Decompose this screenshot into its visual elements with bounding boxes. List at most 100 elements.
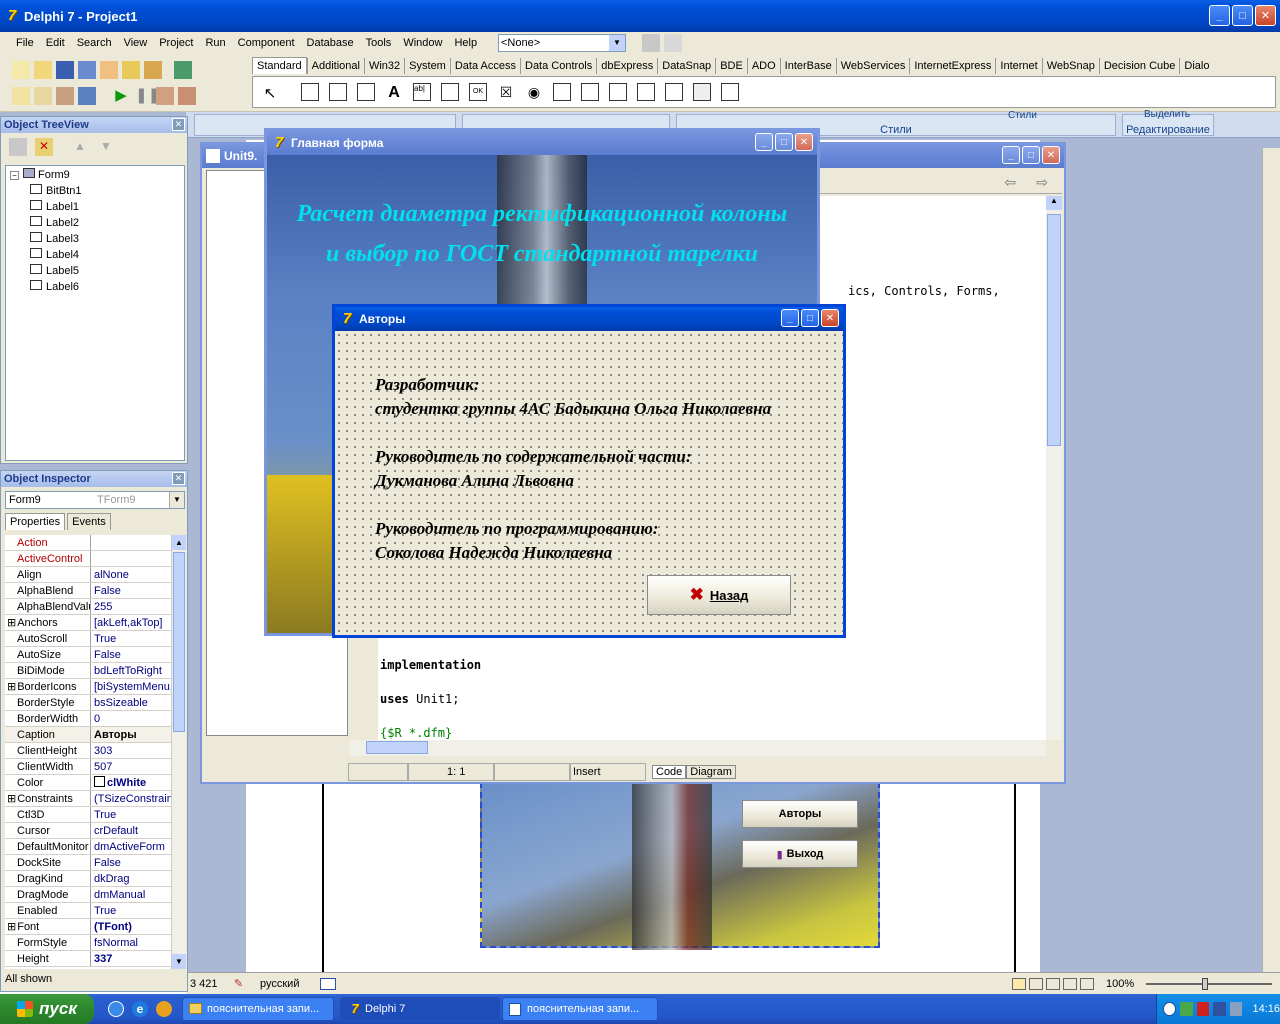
groupbox-icon[interactable]: [637, 83, 655, 101]
palette-tab-interbase[interactable]: InterBase: [779, 58, 836, 74]
menu-file[interactable]: File: [10, 37, 40, 49]
popup-menu-icon[interactable]: [357, 83, 375, 101]
checkbox-icon[interactable]: ☒: [497, 83, 515, 101]
property-value[interactable]: 337: [91, 951, 171, 966]
main-menu-icon[interactable]: [329, 83, 347, 101]
editor-vscroll[interactable]: ▲: [1046, 196, 1062, 740]
view-buttons[interactable]: [1012, 977, 1106, 990]
property-row[interactable]: ⊞Anchors [akLeft,akTop]: [5, 615, 171, 631]
tree-item[interactable]: Label5: [10, 263, 180, 279]
task-word-document-2[interactable]: пояснительная запи...: [502, 997, 658, 1021]
open-icon[interactable]: [34, 61, 52, 79]
close-button[interactable]: ✕: [1255, 5, 1276, 26]
start-button[interactable]: пуск: [0, 994, 94, 1024]
combobox-icon[interactable]: [581, 83, 599, 101]
authors-button-bg[interactable]: Авторы: [742, 800, 858, 828]
media-player-icon[interactable]: [156, 1001, 172, 1017]
menu-edit[interactable]: Edit: [40, 37, 71, 49]
scroll-thumb[interactable]: [173, 552, 185, 732]
expand-icon[interactable]: ⊞: [7, 793, 16, 805]
property-row[interactable]: ⊞Font (TFont): [5, 919, 171, 935]
property-value[interactable]: True: [91, 631, 171, 646]
property-value[interactable]: False: [91, 583, 171, 598]
palette-tab-internet[interactable]: Internet: [995, 58, 1041, 74]
property-value[interactable]: crDefault: [91, 823, 171, 838]
menu-component[interactable]: Component: [232, 37, 301, 49]
menu-window[interactable]: Window: [397, 37, 448, 49]
new-item-icon[interactable]: [9, 138, 27, 156]
scroll-thumb[interactable]: [1047, 214, 1061, 446]
task-delphi[interactable]: 7 Delphi 7: [340, 997, 500, 1021]
new-form-icon[interactable]: [78, 87, 96, 105]
quicklaunch-desktop-icon[interactable]: [108, 1001, 124, 1017]
property-value[interactable]: True: [91, 807, 171, 822]
property-row[interactable]: Align alNone: [5, 567, 171, 583]
pointer-icon[interactable]: ↖: [261, 83, 279, 102]
run-icon[interactable]: ▶: [112, 87, 130, 105]
back-button[interactable]: ✖ Назад: [647, 575, 791, 615]
close-button[interactable]: ✕: [821, 309, 839, 327]
actionlist-icon[interactable]: [721, 83, 739, 101]
property-value[interactable]: dmActiveForm: [91, 839, 171, 854]
menu-help[interactable]: Help: [448, 37, 483, 49]
tree-item[interactable]: Label3: [10, 231, 180, 247]
property-value[interactable]: bsSizeable: [91, 695, 171, 710]
palette-tab-webservices[interactable]: WebServices: [835, 58, 910, 74]
property-value[interactable]: False: [91, 647, 171, 662]
property-row[interactable]: ClientHeight 303: [5, 743, 171, 759]
property-row[interactable]: Color clWhite: [5, 775, 171, 791]
property-row[interactable]: Enabled True: [5, 903, 171, 919]
tab-code[interactable]: Code: [652, 765, 687, 779]
object-selector[interactable]: Form9 TForm9 ▼: [5, 491, 185, 509]
tree-item[interactable]: Label1: [10, 199, 180, 215]
property-row[interactable]: AutoScroll True: [5, 631, 171, 647]
spell-icon[interactable]: ✎: [234, 977, 254, 990]
close-icon[interactable]: ✕: [172, 472, 185, 485]
property-value[interactable]: 507: [91, 759, 171, 774]
menu-view[interactable]: View: [118, 37, 154, 49]
palette-tab-internetexpress[interactable]: InternetExpress: [909, 58, 995, 74]
word-vscroll[interactable]: [1262, 148, 1280, 972]
button-icon[interactable]: OK: [469, 83, 487, 101]
panel-icon[interactable]: [693, 83, 711, 101]
property-row[interactable]: Cursor crDefault: [5, 823, 171, 839]
arrow-up-icon[interactable]: ▲: [71, 138, 89, 156]
property-row[interactable]: ActiveControl: [5, 551, 171, 567]
property-row[interactable]: Action: [5, 535, 171, 551]
tree-item[interactable]: Label6: [10, 279, 180, 295]
minimize-button[interactable]: _: [1209, 5, 1230, 26]
arrow-left-icon[interactable]: ⇦: [1004, 174, 1016, 191]
arrow-down-icon[interactable]: ▼: [97, 138, 115, 156]
tab-diagram[interactable]: Diagram: [686, 765, 736, 779]
change-styles-button[interactable]: Стили: [1008, 110, 1037, 121]
close-icon[interactable]: ✕: [172, 118, 185, 131]
desktop-save-icon[interactable]: [642, 34, 660, 52]
property-value[interactable]: (TSizeConstrain: [91, 791, 171, 806]
property-row[interactable]: FormStyle fsNormal: [5, 935, 171, 951]
close-button[interactable]: ✕: [1042, 146, 1060, 164]
listbox-icon[interactable]: [553, 83, 571, 101]
property-row[interactable]: BiDiMode bdLeftToRight: [5, 663, 171, 679]
radiogroup-icon[interactable]: [665, 83, 683, 101]
view-unit-icon[interactable]: [12, 87, 30, 105]
chevron-down-icon[interactable]: ▼: [609, 35, 625, 51]
property-value[interactable]: True: [91, 903, 171, 918]
palette-tab-data-controls[interactable]: Data Controls: [520, 58, 596, 74]
property-value[interactable]: False: [91, 855, 171, 870]
expand-icon[interactable]: ⊞: [7, 681, 16, 693]
tray-icon[interactable]: [1163, 1002, 1176, 1016]
delete-item-icon[interactable]: ✕: [35, 138, 53, 156]
language-indicator[interactable]: русский: [260, 978, 320, 990]
view-form-icon[interactable]: [34, 87, 52, 105]
property-row[interactable]: ⊞BorderIcons [biSystemMenu,: [5, 679, 171, 695]
property-value[interactable]: 303: [91, 743, 171, 758]
chevron-down-icon[interactable]: ▼: [169, 492, 184, 508]
add-file-icon[interactable]: [122, 61, 140, 79]
palette-tab-dialogs[interactable]: Dialo: [1179, 58, 1213, 74]
maximize-button[interactable]: □: [801, 309, 819, 327]
property-row[interactable]: AlphaBlend False: [5, 583, 171, 599]
tree-item[interactable]: BitBtn1: [10, 183, 180, 199]
property-row[interactable]: BorderStyle bsSizeable: [5, 695, 171, 711]
component-combo[interactable]: <None> ▼: [498, 34, 626, 52]
layout-icon[interactable]: [320, 977, 336, 990]
